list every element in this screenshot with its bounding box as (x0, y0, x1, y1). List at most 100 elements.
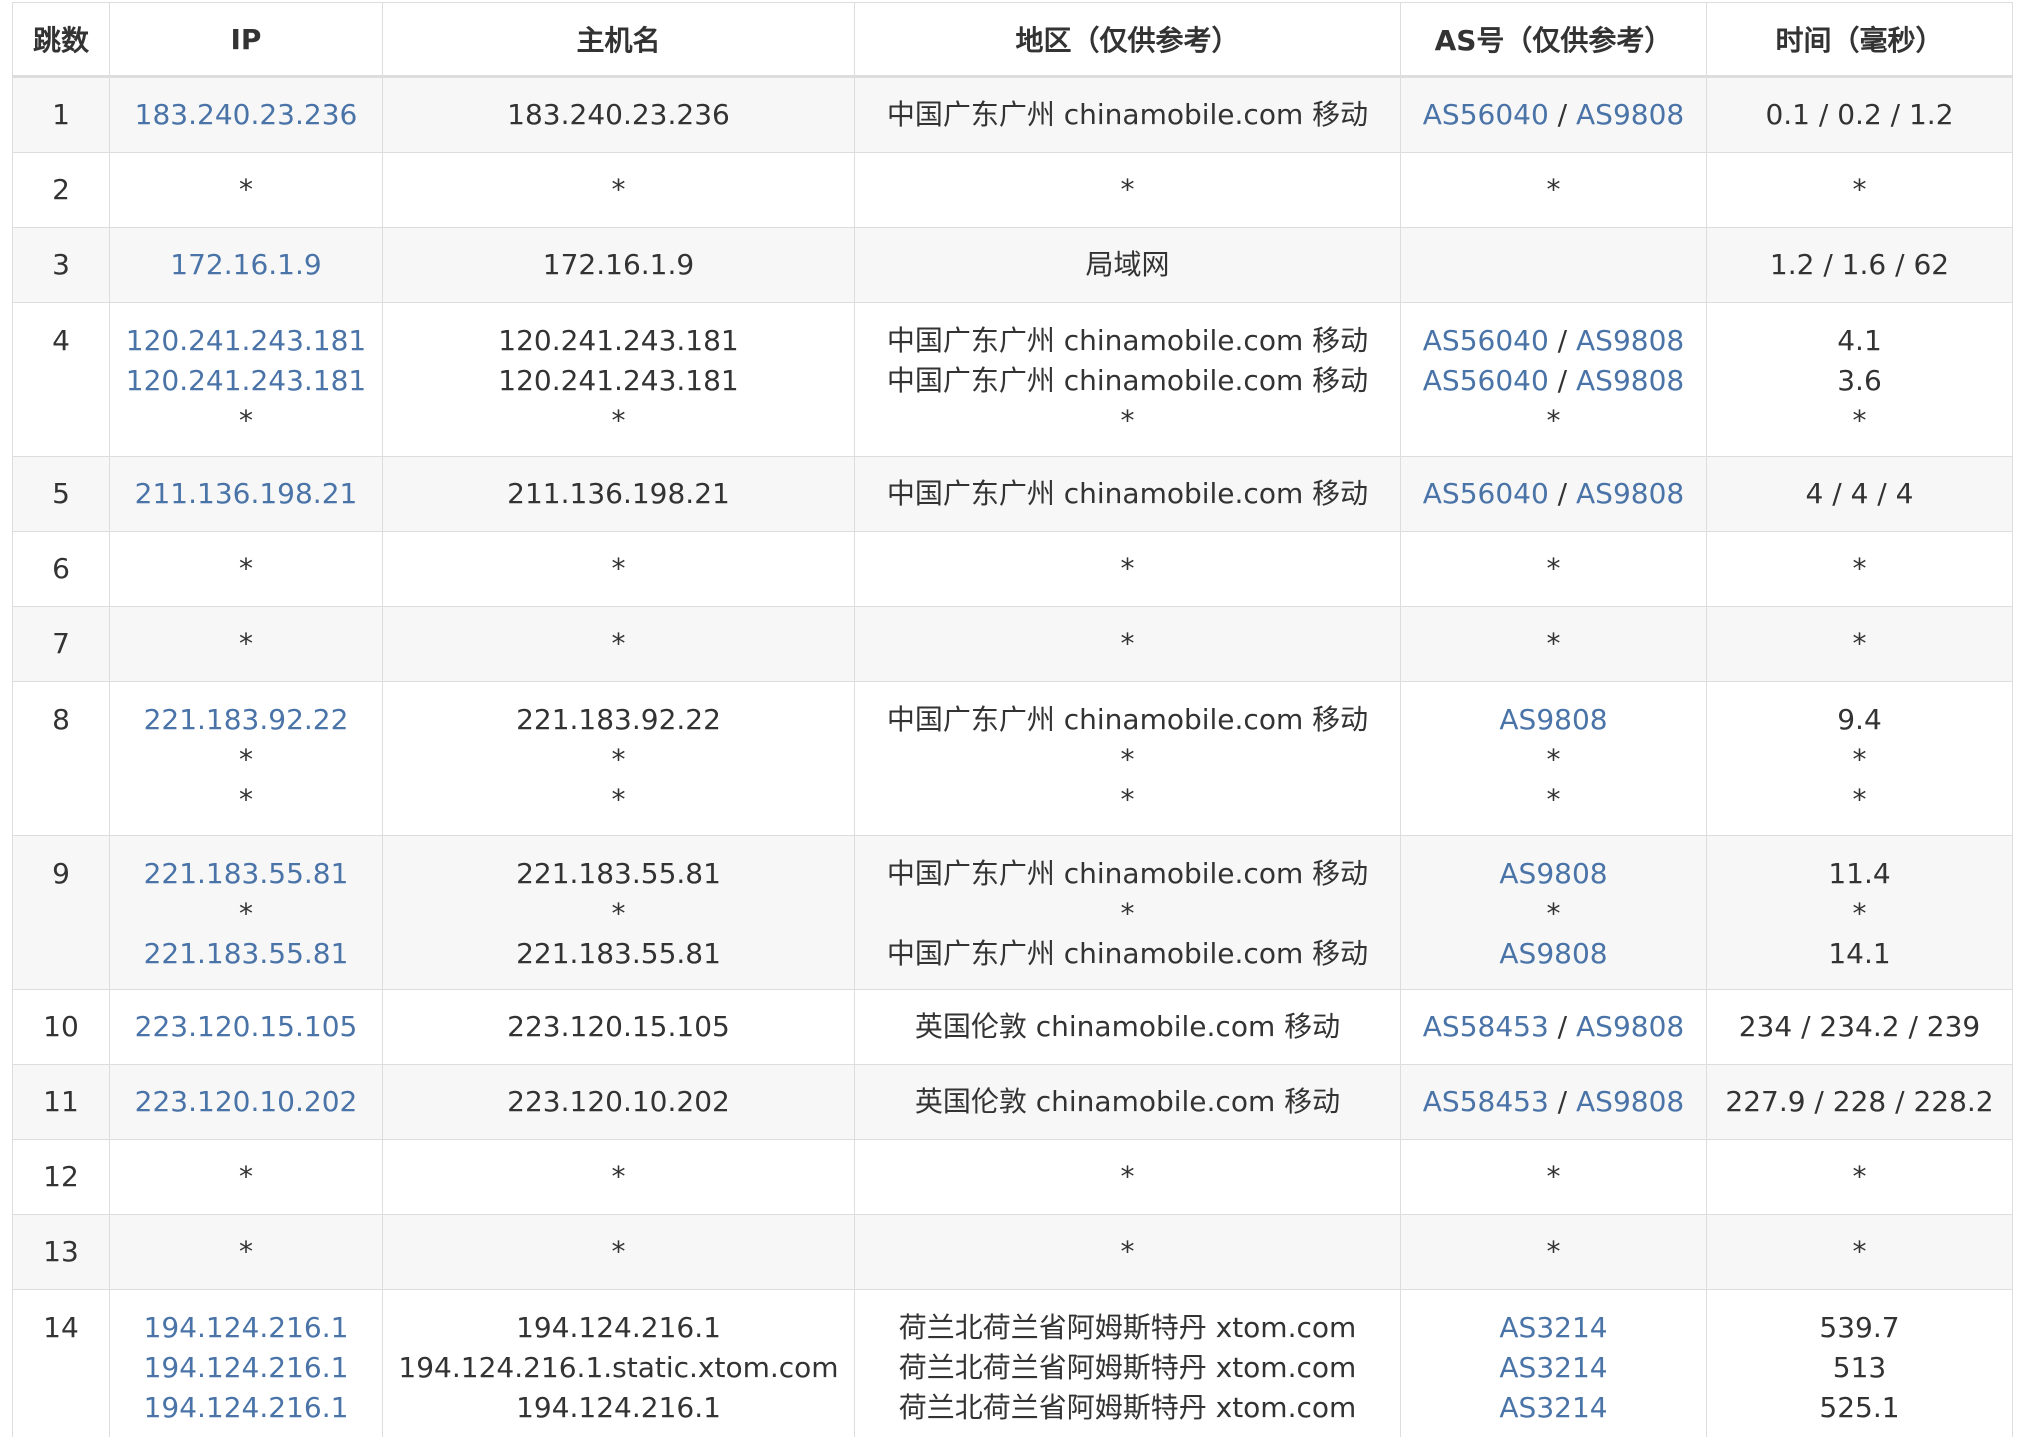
as-link[interactable]: AS9808 (1576, 364, 1684, 397)
ip-link[interactable]: 221.183.55.81 (144, 937, 349, 970)
ip-link[interactable]: 223.120.15.105 (135, 1010, 358, 1043)
region-cell: * (854, 531, 1401, 607)
timeout-marker: * (1120, 552, 1135, 585)
region-line: 中国广东广州 chinamobile.com 移动 (856, 700, 1400, 740)
time-line: 525.1 (1708, 1388, 2012, 1428)
host-text: 172.16.1.9 (542, 248, 695, 281)
as-cell: AS9808 * AS9808 (1400, 835, 1707, 990)
table-row: 7 * * * * * (12, 606, 2013, 682)
table-row: 13 * * * * * (12, 1214, 2013, 1290)
region-cell: 中国广东广州 chinamobile.com 移动 * 中国广东广州 chinamo… (854, 835, 1401, 990)
ip-link[interactable]: 120.241.243.181 (126, 324, 366, 357)
ip-line: * (111, 549, 382, 589)
as-separator: / (1548, 1085, 1577, 1118)
timeout-marker: * (1120, 173, 1135, 206)
timeout-marker: * (1852, 627, 1867, 660)
timeout-marker: * (1546, 783, 1561, 816)
as-link[interactable]: AS9808 (1499, 703, 1607, 736)
as-cell: AS58453 / AS9808 (1400, 989, 1707, 1065)
timeout-marker: * (1120, 1160, 1135, 1193)
as-cell: * (1400, 152, 1707, 228)
host-line: * (384, 1232, 854, 1272)
header-hostname: 主机名 (382, 2, 855, 78)
time-line: 513 (1708, 1348, 2012, 1388)
as-link[interactable]: AS56040 (1423, 477, 1549, 510)
hop-number: 7 (52, 627, 70, 660)
as-cell: * (1400, 1214, 1707, 1290)
host-line: 223.120.10.202 (384, 1082, 854, 1122)
time-cell: * (1706, 152, 2013, 228)
hostname-cell: * (382, 152, 855, 228)
as-line: AS56040 / AS9808 (1402, 474, 1706, 514)
hop-cell: 9 (12, 835, 110, 990)
ip-line: 120.241.243.181 (111, 361, 382, 401)
region-cell: 中国广东广州 chinamobile.com 移动 * * (854, 681, 1401, 836)
timeout-marker: * (1852, 743, 1867, 776)
header-time: 时间（毫秒） (1706, 2, 2013, 78)
ip-line: * (111, 624, 382, 664)
ip-line: 194.124.216.1 (111, 1348, 382, 1388)
table-row: 9 221.183.55.81 * 221.183.55.81 221.183.55.8… (12, 835, 2013, 990)
region-cell: 英国伦敦 chinamobile.com 移动 (854, 989, 1401, 1065)
ip-cell: 183.240.23.236 (109, 76, 383, 153)
as-cell: AS56040 / AS9808 (1400, 456, 1707, 532)
as-link[interactable]: AS56040 (1423, 364, 1549, 397)
hop-cell: 3 (12, 227, 110, 303)
as-link[interactable]: AS56040 (1423, 324, 1549, 357)
as-link[interactable]: AS3214 (1499, 1311, 1607, 1344)
host-line: 194.124.216.1 (384, 1388, 854, 1428)
as-link[interactable]: AS9808 (1576, 98, 1684, 131)
as-link[interactable]: AS9808 (1499, 937, 1607, 970)
as-line: * (1402, 624, 1706, 664)
host-line: 194.124.216.1.static.xtom.com (384, 1348, 854, 1388)
ip-link[interactable]: 172.16.1.9 (170, 248, 321, 281)
as-link[interactable]: AS9808 (1576, 1010, 1684, 1043)
as-link[interactable]: AS56040 (1423, 98, 1549, 131)
table-row: 1 183.240.23.236 183.240.23.236 中国广东广州 chin… (12, 76, 2013, 153)
region-line: 英国伦敦 chinamobile.com 移动 (856, 1007, 1400, 1047)
ip-link[interactable]: 194.124.216.1 (144, 1391, 349, 1424)
as-line: * (1402, 401, 1706, 441)
ip-link[interactable]: 223.120.10.202 (135, 1085, 358, 1118)
ip-link[interactable]: 194.124.216.1 (144, 1351, 349, 1384)
timeout-marker: * (1546, 1160, 1561, 1193)
time-text: 4.1 (1837, 324, 1882, 357)
timeout-marker: * (239, 1160, 253, 1193)
as-link[interactable]: AS58453 (1423, 1010, 1549, 1043)
time-line: 0.1 / 0.2 / 1.2 (1708, 95, 2012, 135)
region-line: 中国广东广州 chinamobile.com 移动 (856, 95, 1400, 135)
time-text: 0.1 / 0.2 / 1.2 (1765, 98, 1954, 131)
time-text: 227.9 / 228 / 228.2 (1725, 1085, 1994, 1118)
as-line: * (1402, 1157, 1706, 1197)
ip-link[interactable]: 194.124.216.1 (144, 1311, 349, 1344)
ip-link[interactable]: 183.240.23.236 (135, 98, 358, 131)
region-line: 局域网 (856, 245, 1400, 285)
ip-link[interactable]: 221.183.55.81 (144, 857, 349, 890)
time-text: 1.2 / 1.6 / 62 (1769, 248, 1950, 281)
region-line: * (856, 401, 1400, 441)
as-link[interactable]: AS3214 (1499, 1351, 1607, 1384)
ip-link[interactable]: 120.241.243.181 (126, 364, 366, 397)
time-line: 227.9 / 228 / 228.2 (1708, 1082, 2012, 1122)
as-line: AS9808 (1402, 854, 1706, 894)
timeout-marker: * (1546, 1235, 1561, 1268)
timeout-marker: * (611, 1235, 626, 1268)
host-text: 194.124.216.1 (516, 1311, 721, 1344)
traceroute-table: 跳数 IP 主机名 地区（仅供参考） AS号（仅供参考） 时间（毫秒） 1 183… (12, 2, 2013, 1437)
as-link[interactable]: AS9808 (1576, 1085, 1684, 1118)
ip-link[interactable]: 221.183.92.22 (144, 703, 349, 736)
region-text: 中国广东广州 chinamobile.com 移动 (886, 324, 1369, 357)
as-link[interactable]: AS9808 (1499, 857, 1607, 890)
as-link[interactable]: AS9808 (1576, 324, 1684, 357)
time-line: * (1708, 780, 2012, 820)
time-text: 525.1 (1819, 1391, 1900, 1424)
as-cell: AS56040 / AS9808 (1400, 76, 1707, 153)
as-cell: AS9808 * * (1400, 681, 1707, 836)
as-link[interactable]: AS58453 (1423, 1085, 1549, 1118)
as-link[interactable]: AS3214 (1499, 1391, 1607, 1424)
time-cell: * (1706, 1139, 2013, 1215)
as-link[interactable]: AS9808 (1576, 477, 1684, 510)
host-line: * (384, 624, 854, 664)
ip-link[interactable]: 211.136.198.21 (135, 477, 358, 510)
timeout-marker: * (239, 897, 253, 930)
